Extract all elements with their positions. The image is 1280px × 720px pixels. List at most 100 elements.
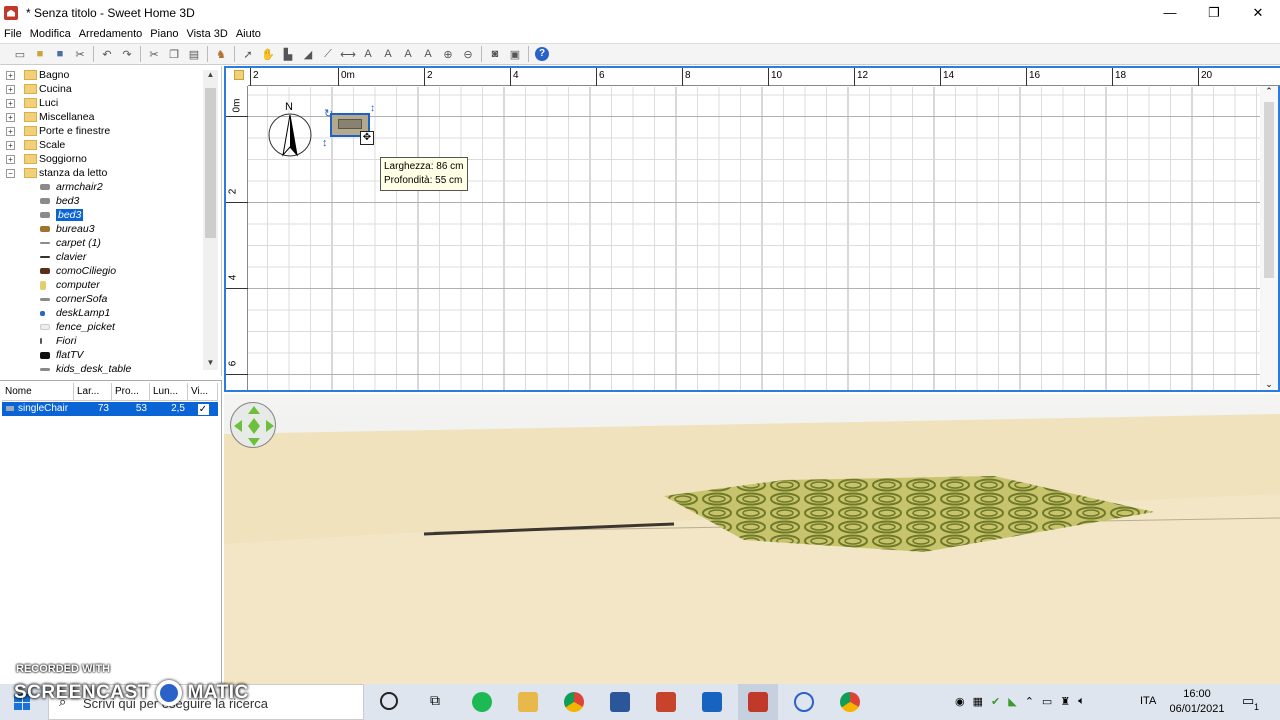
catalog-item-desklamp1[interactable]: deskLamp1 (0, 306, 200, 320)
scrollbar-thumb[interactable] (1264, 102, 1274, 278)
create-video-icon[interactable]: ▣ (505, 45, 525, 63)
tray-nvidia-icon[interactable]: ◣ (1008, 695, 1016, 708)
column-width[interactable]: Lar... (74, 383, 112, 400)
catalog-item-clavier[interactable]: clavier (0, 250, 200, 264)
notification-icon[interactable]: ▭ (1242, 693, 1254, 709)
copy-icon[interactable]: ❐ (164, 45, 184, 63)
row-visible-checkbox[interactable]: ✓ (188, 402, 218, 416)
expand-icon[interactable]: + (6, 98, 15, 108)
help-icon[interactable]: ? (532, 45, 552, 63)
plan-view[interactable]: 2 0m 2 4 6 8 10 12 14 16 18 20 0m 2 4 6 N ↻ ↕ ↕ ✥ ⌃ ⌄ (224, 66, 1280, 392)
catalog-scrollbar[interactable]: ▲ ▼ (203, 70, 218, 370)
task-view-icon[interactable]: ⧉ (425, 692, 445, 712)
create-photo-icon[interactable]: ◙ (485, 45, 505, 63)
text-style-icon[interactable]: A (378, 45, 398, 63)
new-file-icon[interactable]: ▭ (10, 45, 30, 63)
menu-file[interactable]: File (0, 28, 26, 40)
column-visible[interactable]: Vi... (188, 383, 218, 400)
tray-network-icon[interactable]: ▭ (1042, 695, 1052, 708)
scrollbar-thumb[interactable] (205, 88, 216, 238)
tray-app-icon[interactable]: ▦ (973, 695, 983, 708)
redo-icon[interactable]: ↷ (117, 45, 137, 63)
height-handle-icon[interactable]: ↕ (370, 103, 375, 114)
tray-check-icon[interactable]: ✔ (991, 695, 1000, 708)
catalog-item-fence-picket[interactable]: fence_picket (0, 320, 200, 334)
select-mode-icon[interactable]: ➚ (238, 45, 258, 63)
catalog-item-bed3-selected[interactable]: bed3 (0, 208, 200, 222)
menu-arredamento[interactable]: Arredamento (75, 28, 147, 40)
table-row[interactable]: singleChair 73 53 2,5 ✓ (2, 402, 218, 416)
category-cucina[interactable]: + Cucina (0, 82, 200, 96)
3d-view[interactable] (224, 394, 1280, 684)
expand-icon[interactable]: + (6, 154, 15, 164)
navigation-arrows[interactable] (230, 402, 276, 448)
spotify-icon[interactable] (472, 692, 492, 712)
powerpoint-icon[interactable] (656, 692, 676, 712)
sweet-home-3d-taskbar-item[interactable] (738, 684, 778, 720)
catalog-item-comociliegio[interactable]: comoCiliegio (0, 264, 200, 278)
column-name[interactable]: Nome (2, 383, 74, 400)
tray-shield-icon[interactable]: ♜ (1060, 695, 1070, 708)
file-explorer-icon[interactable] (518, 692, 538, 712)
tray-volume-icon[interactable]: 🔈︎ (1078, 695, 1085, 708)
add-furniture-icon[interactable]: ♞ (211, 45, 231, 63)
undo-icon[interactable]: ↶ (97, 45, 117, 63)
catalog-item-bed3[interactable]: bed3 (0, 194, 200, 208)
photos-icon[interactable] (702, 692, 722, 712)
plan-scrollbar[interactable]: ⌃ ⌄ (1260, 86, 1278, 390)
create-walls-icon[interactable]: ▙ (278, 45, 298, 63)
scroll-up-icon[interactable]: ▲ (203, 70, 218, 82)
chrome-icon[interactable] (564, 692, 584, 712)
scroll-up-icon[interactable]: ⌃ (1260, 86, 1278, 97)
menu-aiuto[interactable]: Aiuto (232, 28, 265, 40)
column-depth[interactable]: Pro... (112, 383, 150, 400)
menu-vista-3d[interactable]: Vista 3D (182, 28, 231, 40)
catalog-item-fiori[interactable]: Fiori (0, 334, 200, 348)
save-file-icon[interactable]: ■ (50, 45, 70, 63)
catalog-item-flattv[interactable]: flatTV (0, 348, 200, 362)
category-porte-e-finestre[interactable]: + Porte e finestre (0, 124, 200, 138)
category-luci[interactable]: + Luci (0, 96, 200, 110)
rotate-handle-icon[interactable]: ↻ (324, 107, 333, 120)
category-soggiorno[interactable]: + Soggiorno (0, 152, 200, 166)
catalog-item-bureau3[interactable]: bureau3 (0, 222, 200, 236)
plan-grid[interactable]: N ↻ ↕ ↕ ✥ (248, 87, 1260, 390)
restore-button[interactable]: ❐ (1192, 0, 1236, 25)
scroll-down-icon[interactable]: ⌄ (1260, 379, 1278, 390)
cut-icon[interactable]: ✂ (144, 45, 164, 63)
tray-expand-icon[interactable]: ⌃ (1025, 695, 1034, 708)
preferences-icon[interactable]: ✂ (70, 45, 90, 63)
category-stanza-da-letto[interactable]: − stanza da letto (0, 166, 200, 180)
category-miscellanea[interactable]: + Miscellanea (0, 110, 200, 124)
create-polylines-icon[interactable]: ⟋ (318, 45, 338, 63)
open-file-icon[interactable]: ■ (30, 45, 50, 63)
scroll-down-icon[interactable]: ▼ (203, 358, 218, 370)
expand-icon[interactable]: + (6, 84, 15, 94)
expand-icon[interactable]: + (6, 140, 15, 150)
zoom-out-icon[interactable]: ⊖ (458, 45, 478, 63)
menu-piano[interactable]: Piano (146, 28, 182, 40)
expand-icon[interactable]: + (6, 126, 15, 136)
tray-record-icon[interactable]: ◉ (955, 695, 965, 708)
catalog-item-cornersofa[interactable]: cornerSofa (0, 292, 200, 306)
decrease-text-icon[interactable]: A (418, 45, 438, 63)
catalog-item-armchair2[interactable]: armchair2 (0, 180, 200, 194)
collapse-icon[interactable]: − (6, 168, 15, 178)
input-language[interactable]: ITA (1140, 695, 1156, 707)
cortana-icon[interactable] (380, 692, 398, 710)
catalog-item-computer[interactable]: computer (0, 278, 200, 292)
menu-modifica[interactable]: Modifica (26, 28, 75, 40)
elevate-handle-icon[interactable]: ↕ (322, 137, 328, 149)
expand-icon[interactable]: + (6, 112, 15, 122)
create-rooms-icon[interactable]: ◢ (298, 45, 318, 63)
catalog-item-kids-desk-table[interactable]: kids_desk_table (0, 362, 200, 376)
category-scale[interactable]: + Scale (0, 138, 200, 152)
chrome-profile-icon[interactable] (840, 692, 860, 712)
column-height[interactable]: Lun... (150, 383, 188, 400)
screencast-icon[interactable] (794, 692, 814, 712)
minimize-button[interactable]: — (1148, 0, 1192, 25)
catalog-item-carpet[interactable]: carpet (1) (0, 236, 200, 250)
increase-text-icon[interactable]: A (398, 45, 418, 63)
expand-icon[interactable]: + (6, 70, 15, 80)
category-bagno[interactable]: + Bagno (0, 68, 200, 82)
